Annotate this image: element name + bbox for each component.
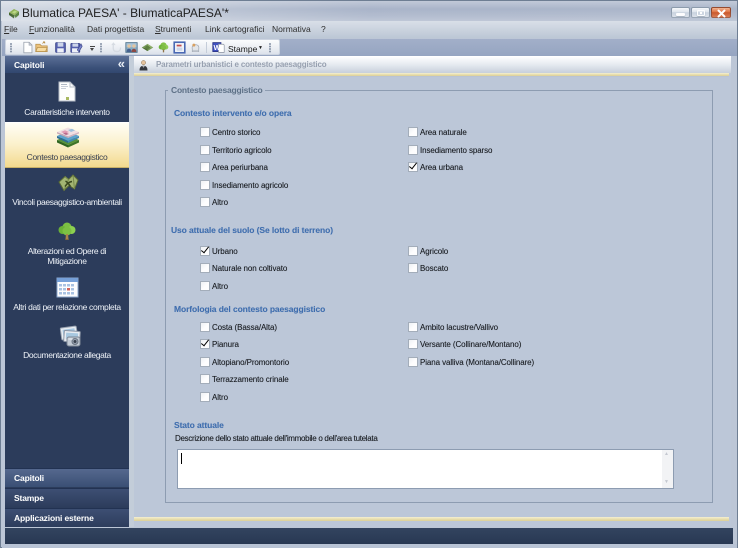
svg-text:W: W bbox=[213, 43, 220, 52]
